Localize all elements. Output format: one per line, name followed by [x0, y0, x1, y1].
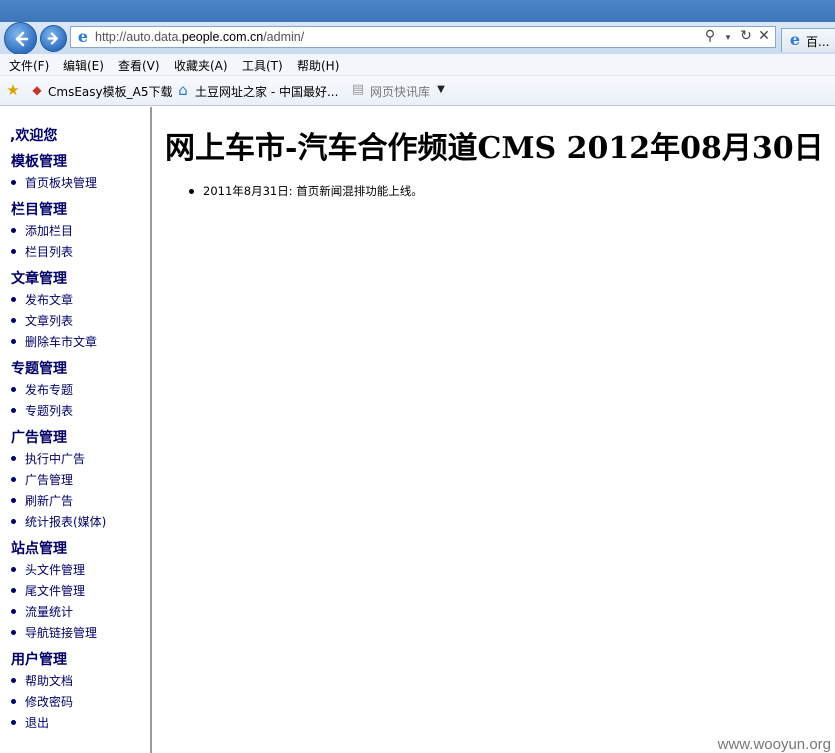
sidebar-link[interactable]: 执行中广告	[25, 450, 85, 467]
cmseasy-icon: ◆	[32, 83, 42, 97]
sidebar-link[interactable]: 导航链接管理	[25, 624, 97, 641]
ie-logo-icon: e	[77, 27, 89, 46]
sidebar-link[interactable]: 文章列表	[25, 312, 73, 329]
favorites-star-icon[interactable]: ★	[4, 81, 22, 99]
list-bullet	[11, 297, 16, 302]
list-bullet	[11, 228, 16, 233]
url-text[interactable]: http://auto.data.people.com.cn/admin/	[95, 30, 304, 44]
main-content: 网上车市-汽车合作频道CMS 2012年08月30日 1 2011年8月31日:…	[154, 107, 835, 753]
menu-tools[interactable]: 工具(T)	[242, 57, 283, 74]
dropdown-icon[interactable]: ▼	[432, 81, 450, 99]
list-bullet	[11, 720, 16, 725]
home-icon: ⌂	[178, 81, 188, 99]
menu-view[interactable]: 查看(V)	[118, 57, 160, 74]
page-title: 网上车市-汽车合作频道CMS 2012年08月30日 1	[165, 131, 835, 166]
sidebar-link[interactable]: 添加栏目	[25, 222, 73, 239]
sidebar-link[interactable]: 发布文章	[25, 291, 73, 308]
list-bullet	[11, 630, 16, 635]
welcome-text: ,欢迎您	[10, 128, 58, 144]
sidebar-link[interactable]: 头文件管理	[25, 561, 85, 578]
list-bullet	[11, 588, 16, 593]
favorite-link-webslice[interactable]: 网页快讯库	[370, 83, 430, 100]
sidebar-link[interactable]: 广告管理	[25, 471, 73, 488]
address-tools: ⚲ ▾ ↻ ✕	[703, 28, 771, 48]
sidebar-link[interactable]: 专题列表	[25, 402, 73, 419]
arrow-right-icon	[47, 32, 58, 45]
refresh-icon[interactable]: ↻	[739, 28, 753, 48]
window-titlebar	[0, 0, 835, 22]
sidebar-link[interactable]: 退出	[25, 714, 49, 731]
sidebar-group-title: 用户管理	[11, 652, 67, 668]
sidebar-group-title: 专题管理	[11, 361, 67, 377]
back-button[interactable]	[4, 22, 37, 55]
list-bullet	[11, 567, 16, 572]
menu-edit[interactable]: 编辑(E)	[63, 57, 104, 74]
ie-logo-icon: e	[789, 30, 801, 49]
search-icon[interactable]: ⚲	[703, 28, 717, 48]
list-bullet	[11, 609, 16, 614]
browser-tab[interactable]: e 百...	[781, 28, 835, 52]
sidebar-group-title: 文章管理	[11, 271, 67, 287]
sidebar-link[interactable]: 尾文件管理	[25, 582, 85, 599]
sidebar-link[interactable]: 刷新广告	[25, 492, 73, 509]
menu-file[interactable]: 文件(F)	[9, 57, 49, 74]
menu-help[interactable]: 帮助(H)	[297, 57, 339, 74]
list-bullet	[11, 678, 16, 683]
list-bullet	[11, 318, 16, 323]
dropdown-icon[interactable]: ▾	[721, 28, 735, 48]
sidebar-group-title: 栏目管理	[11, 202, 67, 218]
list-bullet	[11, 477, 16, 482]
feed-icon: ▤	[351, 82, 365, 97]
favorite-link-tudou[interactable]: 土豆网址之家 - 中国最好...	[195, 83, 338, 100]
list-bullet	[11, 249, 16, 254]
menu-bar: 文件(F) 编辑(E) 查看(V) 收藏夹(A) 工具(T) 帮助(H)	[0, 54, 835, 76]
list-bullet	[11, 519, 16, 524]
list-bullet	[11, 699, 16, 704]
news-item: 2011年8月31日: 首页新闻混排功能上线。	[203, 184, 423, 198]
list-bullet	[189, 189, 194, 194]
navigation-bar: e http://auto.data.people.com.cn/admin/ …	[0, 22, 835, 55]
sidebar-link[interactable]: 流量统计	[25, 603, 73, 620]
sidebar-link[interactable]: 发布专题	[25, 381, 73, 398]
sidebar-link[interactable]: 统计报表(媒体)	[25, 513, 106, 530]
sidebar-link[interactable]: 栏目列表	[25, 243, 73, 260]
stop-icon[interactable]: ✕	[757, 28, 771, 48]
sidebar-link[interactable]: 帮助文档	[25, 672, 73, 689]
list-bullet	[11, 408, 16, 413]
favorite-link-cmseasy[interactable]: CmsEasy模板_A5下载	[48, 83, 172, 100]
arrow-left-icon	[15, 31, 28, 46]
sidebar-link[interactable]: 删除车市文章	[25, 333, 97, 350]
watermark: www.wooyun.org	[717, 736, 831, 753]
sidebar-group-title: 站点管理	[11, 541, 67, 557]
list-bullet	[11, 456, 16, 461]
list-bullet	[11, 387, 16, 392]
sidebar-group-title: 模板管理	[11, 154, 67, 170]
admin-sidebar: ,欢迎您 模板管理首页板块管理栏目管理添加栏目栏目列表文章管理发布文章文章列表删…	[0, 107, 152, 753]
forward-button[interactable]	[40, 25, 67, 52]
list-bullet	[11, 498, 16, 503]
tab-label: 百...	[806, 35, 830, 49]
sidebar-link[interactable]: 修改密码	[25, 693, 73, 710]
menu-favorites[interactable]: 收藏夹(A)	[174, 57, 228, 74]
favorites-bar: ★ ◆ CmsEasy模板_A5下载 ⌂ 土豆网址之家 - 中国最好... ▤ …	[0, 76, 835, 106]
sidebar-link[interactable]: 首页板块管理	[25, 174, 97, 191]
list-bullet	[11, 180, 16, 185]
sidebar-group-title: 广告管理	[11, 430, 67, 446]
address-bar[interactable]: e http://auto.data.people.com.cn/admin/ …	[70, 26, 776, 48]
list-bullet	[11, 339, 16, 344]
